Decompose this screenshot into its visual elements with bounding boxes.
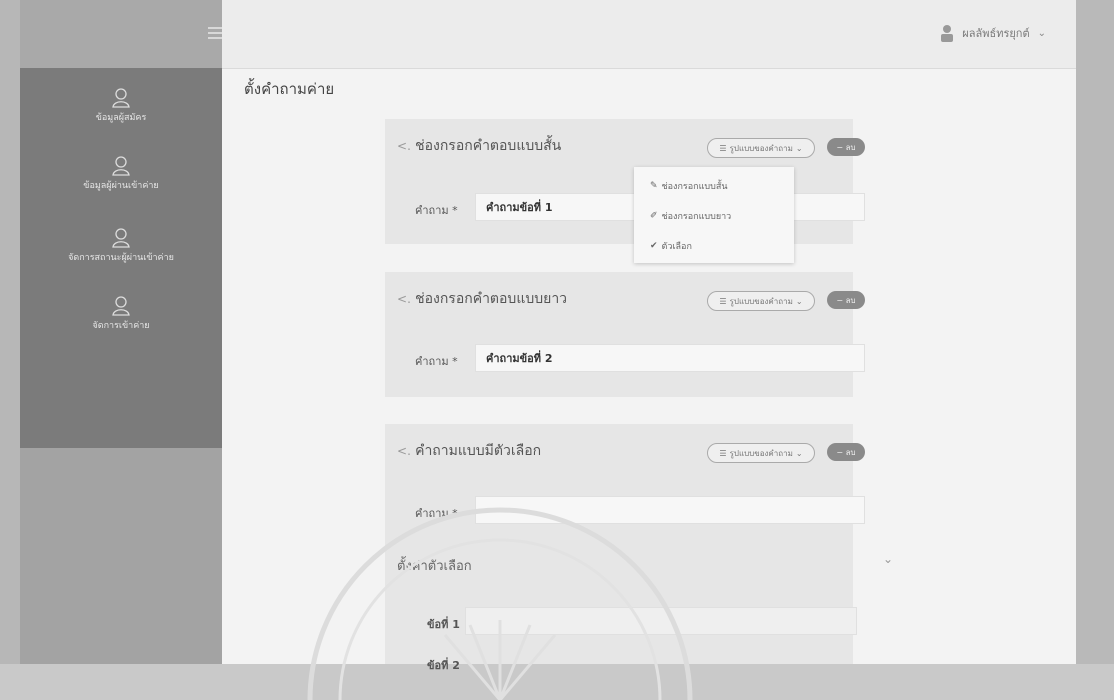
delete-button[interactable]: − ลบ	[827, 443, 865, 461]
minus-icon: −	[836, 447, 846, 457]
pencil-icon: ✎	[650, 181, 658, 191]
user-icon	[112, 296, 130, 316]
user-icon	[112, 88, 130, 108]
sidebar-item-manage-status[interactable]: จัดการสถานะผู้ผ่านเข้าค่าย	[20, 228, 222, 264]
dropdown-item-label: ช่องกรอกแบบสั้น	[661, 182, 728, 192]
delete-button[interactable]: − ลบ	[827, 138, 865, 156]
user-icon	[112, 156, 130, 176]
chevron-down-icon: ⌄	[795, 296, 803, 306]
sidebar-item-applicants[interactable]: ข้อมูลผู้สมัคร	[20, 88, 222, 124]
card-title: ช่องกรอกคำตอบแบบสั้น	[415, 138, 562, 154]
question-type-button[interactable]: ☰ รูปแบบของคำถาม ⌄	[707, 443, 815, 463]
sidebar-item-manage-camp[interactable]: จัดการเข้าค่าย	[20, 296, 222, 332]
user-menu[interactable]: ผลลัพธ์ทรยุกต์ ⌄	[940, 24, 1046, 42]
chevron-down-icon: ⌄	[795, 448, 803, 458]
card-title: คำถามแบบมีตัวเลือก	[415, 443, 542, 459]
question-type-label: รูปแบบของคำถาม	[729, 143, 793, 153]
card-header: <․ คำถามแบบมีตัวเลือก	[397, 440, 541, 462]
sidebar-item-passed[interactable]: ข้อมูลผู้ผ่านเข้าค่าย	[20, 156, 222, 192]
question-label: คำถาม *	[415, 507, 458, 520]
sidebar-item-label: ข้อมูลผู้ผ่านเข้าค่าย	[83, 181, 159, 191]
topbar: ผลลัพธ์ทรยุกต์ ⌄	[222, 0, 1076, 69]
chevron-down-icon: ⌄	[1037, 27, 1046, 39]
dropdown-item-label: ช่องกรอกแบบยาว	[661, 212, 732, 222]
question-type-button[interactable]: ☰ รูปแบบของคำถาม ⌄	[707, 138, 815, 158]
sidebar: ข้อมูลผู้สมัคร ข้อมูลผู้ผ่านเข้าค่าย จัด…	[20, 68, 222, 448]
list-icon: ☰	[719, 296, 727, 306]
sidebar-footer	[20, 448, 222, 664]
avatar-icon	[941, 25, 954, 42]
card-header: <․ ช่องกรอกคำตอบแบบยาว	[397, 288, 567, 310]
main-content: ตั้งคำถามค่าย <․ ช่องกรอกคำตอบแบบสั้น ☰ …	[222, 69, 1076, 672]
chevron-down-icon[interactable]: ⌄	[883, 552, 893, 566]
question-type-label: รูปแบบของคำถาม	[729, 448, 793, 458]
share-icon: <․	[397, 292, 412, 306]
choice-label: ข้อที่ 2	[427, 659, 460, 672]
minus-icon: −	[836, 295, 846, 305]
delete-button[interactable]: − ลบ	[827, 291, 865, 309]
delete-label: ลบ	[845, 447, 856, 457]
card-header: <․ ช่องกรอกคำตอบแบบสั้น	[397, 135, 561, 157]
share-icon: <․	[397, 444, 412, 458]
question-card-long: <․ ช่องกรอกคำตอบแบบยาว ☰ รูปแบบของคำถาม …	[385, 272, 865, 397]
check-circle-icon: ✔	[650, 241, 658, 251]
page-edge-right	[1076, 0, 1114, 664]
sidebar-item-label: จัดการเข้าค่าย	[92, 321, 150, 331]
list-icon: ☰	[719, 448, 727, 458]
dropdown-item-short[interactable]: ✎ ช่องกรอกแบบสั้น	[650, 179, 727, 193]
share-icon: <․	[397, 139, 412, 153]
page-title: ตั้งคำถามค่าย	[244, 80, 335, 98]
delete-label: ลบ	[845, 295, 856, 305]
choice-input[interactable]	[465, 607, 857, 635]
question-type-label: รูปแบบของคำถาม	[729, 296, 793, 306]
choices-section-title: ตั้งค่าตัวเลือก	[397, 559, 472, 574]
sidebar-header	[20, 0, 224, 68]
question-label: คำถาม *	[415, 355, 458, 368]
minus-icon: −	[836, 142, 846, 152]
dropdown-item-choice[interactable]: ✔ ตัวเลือก	[650, 239, 692, 253]
question-input[interactable]	[475, 496, 865, 524]
chevron-down-icon: ⌄	[795, 143, 803, 153]
question-input[interactable]: คำถามข้อที่ 2	[475, 344, 865, 372]
dropdown-item-long[interactable]: ✐ ช่องกรอกแบบยาว	[650, 209, 731, 223]
question-card-choice: <․ คำถามแบบมีตัวเลือก ☰ รูปแบบของคำถาม ⌄…	[385, 424, 893, 672]
card-title: ช่องกรอกคำตอบแบบยาว	[415, 291, 568, 307]
user-icon	[112, 228, 130, 248]
delete-label: ลบ	[845, 142, 856, 152]
sidebar-item-label: ข้อมูลผู้สมัคร	[95, 113, 147, 123]
edit-icon: ✐	[650, 211, 658, 221]
question-type-button[interactable]: ☰ รูปแบบของคำถาม ⌄	[707, 291, 815, 311]
question-type-dropdown: ✎ ช่องกรอกแบบสั้น ✐ ช่องกรอกแบบยาว ✔ ตัว…	[634, 167, 794, 263]
choice-label: ข้อที่ 1	[427, 618, 460, 631]
page-edge-left	[0, 0, 20, 664]
list-icon: ☰	[719, 143, 727, 153]
sidebar-item-label: จัดการสถานะผู้ผ่านเข้าค่าย	[68, 253, 174, 263]
dropdown-item-label: ตัวเลือก	[661, 242, 692, 252]
question-label: คำถาม *	[415, 204, 458, 217]
user-name: ผลลัพธ์ทรยุกต์	[962, 27, 1030, 40]
